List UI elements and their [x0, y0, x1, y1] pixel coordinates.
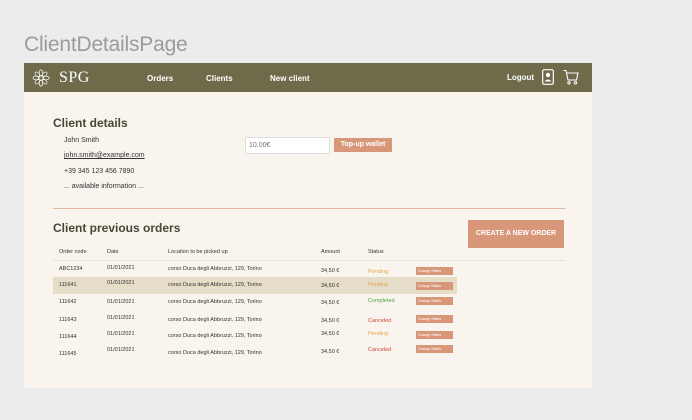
section-divider [53, 208, 565, 209]
topup-wallet-button[interactable]: Top-up wallet [334, 138, 392, 152]
order-location: corso Duca degli Abbruzzi, 129, Torino [168, 266, 262, 272]
order-location: corso Duca degli Abbruzzi, 129, Torino [168, 317, 262, 323]
order-status: Pending [368, 282, 389, 288]
order-amount: 34,50 € [321, 283, 340, 289]
logout-link[interactable]: Logout [507, 73, 534, 82]
order-date: 01/01/2021 [107, 265, 135, 271]
nav-new-client[interactable]: New client [270, 74, 310, 83]
order-date: 01/01/2021 [107, 315, 135, 321]
frame-title: ClientDetailsPage [24, 33, 188, 56]
column-header-code: Order code [59, 249, 87, 255]
order-amount: 34,50 € [321, 268, 340, 274]
change-status-button[interactable]: Change Status [416, 297, 453, 305]
logo-icon [32, 69, 50, 87]
order-date: 01/01/2021 [107, 331, 135, 337]
change-status-button[interactable]: Change Status [416, 345, 453, 353]
table-row: 111642 01/01/2021 corso Duca degli Abbru… [53, 294, 457, 311]
nav-clients[interactable]: Clients [206, 74, 233, 83]
user-icon[interactable] [542, 69, 554, 85]
order-status: Pending [368, 331, 389, 337]
change-status-button[interactable]: Change Status [416, 282, 453, 290]
wallet-amount-input[interactable] [245, 137, 330, 154]
column-header-date: Date [107, 249, 119, 255]
order-amount: 34,50 € [321, 349, 340, 355]
client-email[interactable]: john.smith@example.com [64, 152, 145, 159]
order-date: 01/01/2021 [107, 299, 135, 305]
order-code: 111642 [59, 299, 77, 305]
order-status: Completed [368, 298, 395, 304]
change-status-button[interactable]: Change Status [416, 315, 453, 323]
order-location: corso Duca degli Abbruzzi, 129, Torino [168, 282, 262, 288]
create-order-button[interactable]: CREATE A NEW ORDER [468, 220, 564, 248]
order-location: corso Duca degli Abbruzzi, 129, Torino [168, 299, 262, 305]
client-details-title: Client details [53, 116, 128, 130]
client-phone: +39 345 123 456 7890 [64, 168, 135, 175]
order-amount: 34,50 € [321, 318, 340, 324]
table-row: 111644 01/01/2021 corso Duca degli Abbru… [53, 328, 457, 345]
order-date: 01/01/2021 [107, 280, 135, 286]
column-header-amount: Amount [321, 249, 340, 255]
previous-orders-title: Client previous orders [53, 221, 181, 235]
order-code: 111645 [59, 351, 77, 357]
order-date: 01/01/2021 [107, 347, 135, 353]
table-row: 111645 01/01/2021 corso Duca degli Abbru… [53, 345, 457, 362]
column-header-status: Status [368, 249, 384, 255]
order-location: corso Duca degli Abbruzzi, 129, Torino [168, 350, 262, 356]
navbar: SPG Orders Clients New client Logout [24, 63, 592, 92]
order-code: 111641 [59, 282, 77, 288]
nav-orders[interactable]: Orders [147, 74, 173, 83]
change-status-button[interactable]: Change Status [416, 331, 453, 339]
cart-icon[interactable] [563, 69, 579, 85]
order-code: ABC1234 [59, 266, 83, 272]
order-code: 111643 [59, 317, 77, 323]
order-status: Canceled [368, 347, 392, 353]
change-status-button[interactable]: Change Status [416, 267, 453, 275]
table-row: 111641 01/01/2021 corso Duca degli Abbru… [53, 277, 457, 294]
table-row: ABC1234 01/01/2021 corso Duca degli Abbr… [53, 261, 457, 278]
client-details-page: SPG Orders Clients New client Logout Cli… [24, 63, 592, 388]
table-row: 111643 01/01/2021 corso Duca degli Abbru… [53, 311, 457, 328]
order-amount: 34,50 € [321, 300, 340, 306]
order-status: Canceled [368, 318, 392, 324]
order-location: corso Duca degli Abbruzzi, 129, Torino [168, 333, 262, 339]
brand-name: SPG [59, 69, 90, 86]
client-name: John Smith [64, 137, 100, 144]
order-status: Pending [368, 269, 389, 275]
order-amount: 34,50 € [321, 331, 340, 337]
order-code: 111644 [59, 334, 77, 340]
client-more-info: ... available information ... [64, 183, 144, 190]
column-header-location: Location to be picked up [168, 249, 228, 255]
